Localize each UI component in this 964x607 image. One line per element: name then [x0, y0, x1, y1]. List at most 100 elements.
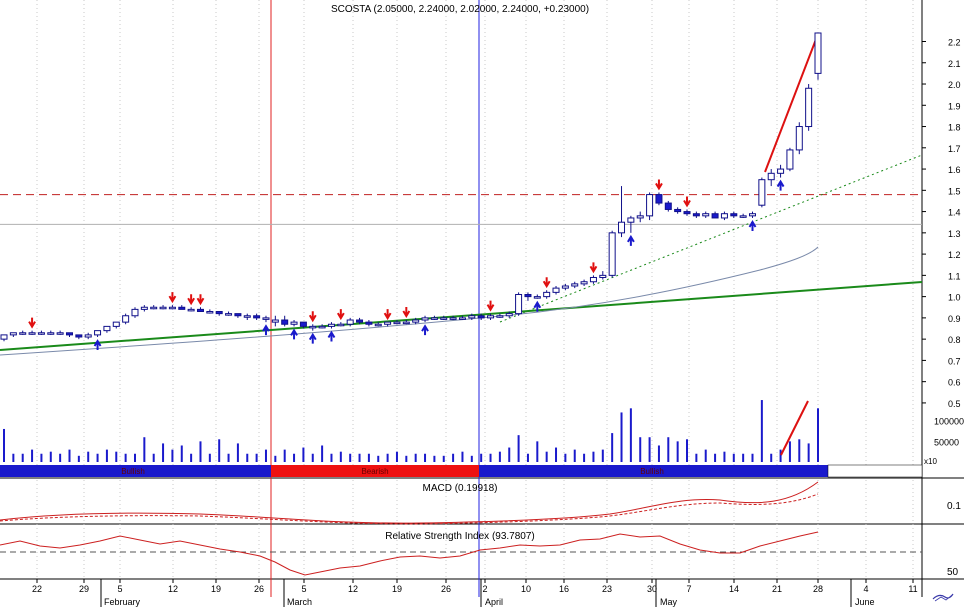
price-tick-label: 2.0 — [948, 80, 961, 90]
candle — [487, 315, 495, 319]
candle — [187, 308, 195, 312]
candle — [515, 293, 523, 315]
candle — [28, 332, 36, 335]
candle — [412, 319, 420, 323]
candle — [178, 306, 186, 310]
date-tick-label: 28 — [813, 584, 823, 594]
chart-overlays — [0, 33, 923, 356]
date-tick-label: 29 — [79, 584, 89, 594]
rsi-label: Relative Strength Index (93.7807) — [385, 531, 535, 542]
price-tick-label: 1.0 — [948, 293, 961, 303]
date-tick-label: 19 — [392, 584, 402, 594]
candle — [327, 323, 335, 327]
candle — [243, 315, 251, 318]
candle — [561, 285, 569, 289]
candle — [281, 319, 289, 325]
candle — [393, 321, 401, 325]
price-tick-label: 0.6 — [948, 378, 961, 388]
candle — [262, 317, 270, 320]
month-label: April — [485, 597, 503, 607]
candle — [524, 293, 532, 298]
candle — [618, 221, 626, 234]
candle — [384, 321, 392, 325]
buy-signal-arrow — [327, 330, 336, 342]
candle — [196, 308, 204, 313]
logo-icon — [932, 593, 954, 602]
candle — [608, 232, 616, 276]
date-tick-label: 12 — [168, 584, 178, 594]
candle — [215, 311, 223, 315]
price-tick-label: 1.5 — [948, 186, 961, 196]
chart-grid — [0, 0, 964, 607]
volume-unit-label: x10 — [924, 457, 937, 466]
month-label: June — [855, 597, 875, 607]
candle — [749, 213, 757, 217]
trend-band-label: Bearish — [361, 467, 388, 476]
sell-signal-arrow — [308, 311, 317, 323]
buy-signal-arrow — [308, 332, 317, 344]
candle — [664, 202, 672, 210]
candle — [496, 315, 504, 318]
candle — [636, 215, 644, 219]
date-tick-label: 7 — [686, 584, 691, 594]
date-tick-label: 23 — [602, 584, 612, 594]
candle — [711, 213, 719, 219]
candle — [505, 313, 513, 317]
price-tick-label: 1.7 — [948, 144, 961, 154]
macd-line — [0, 481, 819, 524]
buy-signal-arrow — [262, 324, 270, 336]
candle — [374, 323, 382, 327]
candle — [421, 317, 429, 321]
candle — [599, 274, 607, 278]
candle — [206, 311, 214, 314]
sell-signal-arrow — [196, 294, 205, 306]
price-tick-label: 0.8 — [948, 335, 961, 345]
month-label: March — [287, 597, 312, 607]
candle — [477, 315, 485, 319]
sell-signal-arrow — [187, 294, 195, 306]
moving-average-line — [0, 246, 819, 356]
sell-signal-arrow — [383, 309, 392, 321]
sell-signal-arrow — [336, 309, 345, 321]
candle — [720, 213, 728, 219]
candle — [309, 325, 317, 329]
date-tick-label: 26 — [441, 584, 451, 594]
buy-signal-arrow — [290, 328, 298, 340]
buy-signal-arrow — [776, 179, 785, 191]
candle — [131, 308, 139, 317]
candle — [402, 321, 410, 325]
date-tick-label: 2 — [482, 584, 487, 594]
date-tick-label: 12 — [348, 584, 358, 594]
candle — [356, 319, 364, 323]
candle — [552, 287, 560, 293]
candle — [589, 276, 597, 283]
date-tick-label: 26 — [254, 584, 264, 594]
candle — [271, 319, 279, 323]
candle — [458, 317, 466, 320]
chart-title: SCOSTA (2.05000, 2.24000, 2.02000, 2.240… — [331, 4, 589, 15]
candle — [655, 194, 663, 204]
candle — [730, 213, 738, 217]
month-label: February — [104, 597, 141, 607]
candle — [571, 283, 579, 287]
candle — [65, 332, 73, 336]
candle — [440, 317, 448, 320]
price-tick-label: 0.9 — [948, 314, 961, 324]
date-tick-label: 16 — [559, 584, 569, 594]
candle — [580, 281, 588, 285]
sell-signal-arrow — [589, 262, 598, 274]
date-tick-label: 30 — [647, 584, 657, 594]
candle — [627, 217, 635, 223]
sell-signal-arrow — [28, 317, 36, 329]
candle — [318, 325, 326, 329]
candle — [683, 211, 691, 215]
candle — [449, 317, 457, 320]
price-tick-label: 1.2 — [948, 250, 961, 260]
sell-signal-arrow — [402, 307, 411, 318]
candle — [767, 172, 775, 181]
candle — [150, 306, 158, 310]
candle — [805, 87, 813, 128]
candle — [56, 332, 64, 335]
macd-tick: 0.1 — [947, 501, 961, 512]
price-tick-label: 2.1 — [948, 59, 961, 69]
